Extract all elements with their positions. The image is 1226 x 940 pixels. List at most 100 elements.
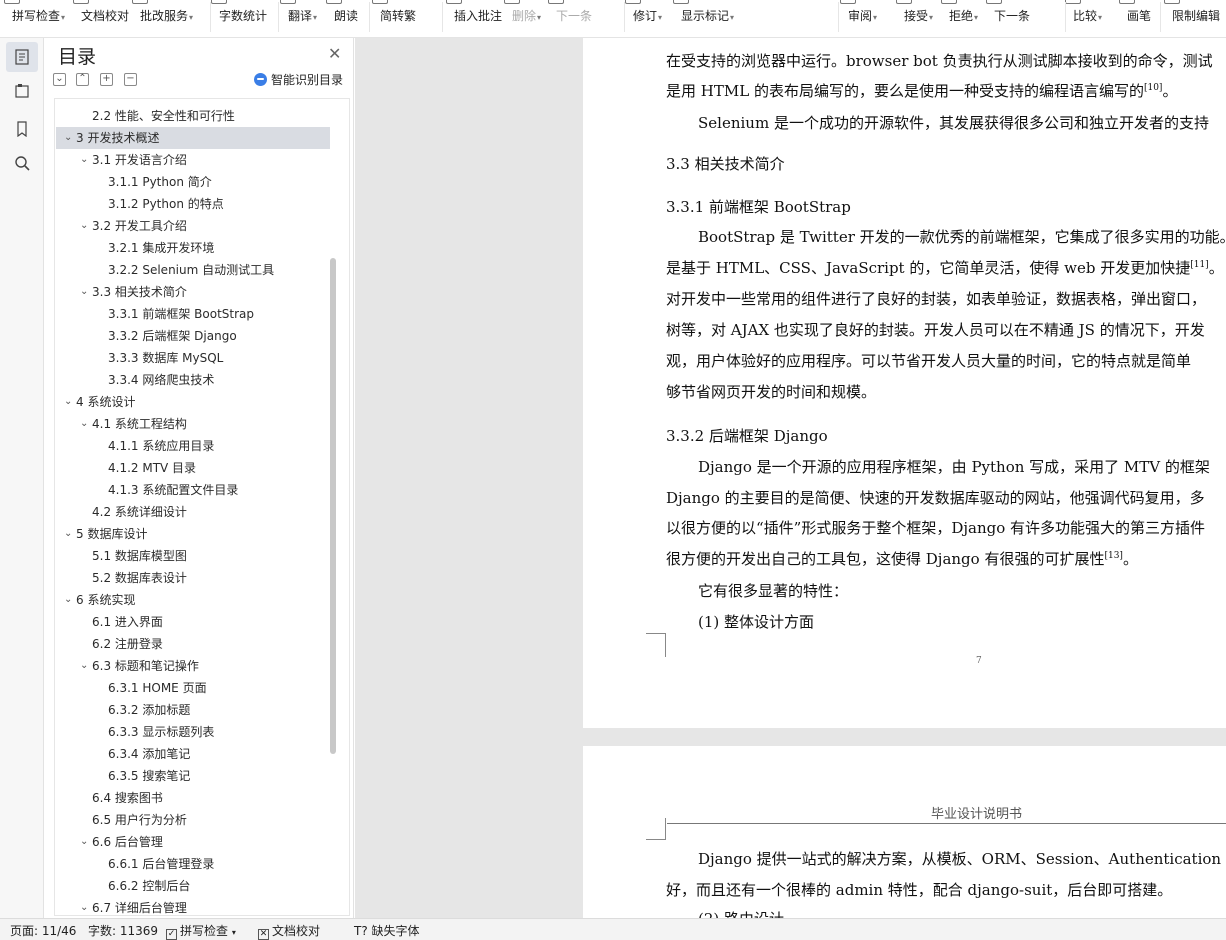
toc-item[interactable]: 3.1.2 Python 的特点 [56, 193, 330, 215]
ribbon-label: 删除▾ [512, 9, 542, 23]
toc-item[interactable]: 6.5 用户行为分析 [56, 809, 330, 831]
toc-item-label: 4 系统设计 [76, 395, 136, 409]
ribbon-separator [210, 2, 211, 32]
document-line: 很方便的开发出自己的工具包，这使得 Django 有很强的可扩展性[13]。 [666, 548, 1138, 569]
chevron-down-icon[interactable]: ⌄ [80, 831, 92, 853]
toc-item[interactable]: 6.3.2 添加标题 [56, 699, 330, 721]
outline-icon[interactable] [6, 42, 38, 72]
ribbon-separator [838, 2, 839, 32]
ribbon-label: 插入批注 [454, 9, 503, 23]
document-line: 以很方便的以“插件”形式服务于整个框架，Django 有许多功能强大的第三方插件 [666, 517, 1205, 538]
toc-item[interactable]: 3.3.2 后端框架 Django [56, 325, 330, 347]
ai-icon [254, 73, 267, 86]
toc-scrollbar[interactable] [330, 258, 336, 754]
toc-item[interactable]: 3.3.4 网络爬虫技术 [56, 369, 330, 391]
citation[interactable]: [10] [1144, 83, 1162, 93]
spell-check-status[interactable]: ✓ 拼写检查 ▾ [166, 922, 236, 940]
ribbon-icon [211, 0, 227, 4]
chevron-down-icon[interactable]: ⌄ [80, 281, 92, 303]
toc-item[interactable]: ⌄ 6 系统实现 [56, 589, 330, 611]
page-header: 毕业设计说明书 [931, 807, 1023, 822]
navigation-icon[interactable] [6, 76, 38, 106]
chevron-down-icon: ▾ [313, 13, 318, 22]
ribbon-label: 限制编辑 [1172, 9, 1221, 23]
toc-title: 目录 [58, 46, 97, 68]
toc-item[interactable]: 6.3.4 添加笔记 [56, 743, 330, 765]
chevron-down-icon[interactable]: ⌄ [80, 215, 92, 237]
chevron-down-icon: ▾ [1098, 13, 1103, 22]
proofread-status[interactable]: ✕ 文档校对 [258, 922, 320, 940]
collapse-all-icon[interactable]: ⌄ [53, 73, 66, 86]
document-line: 好，而且还有一个很棒的 admin 特性，配合 django-suit，后台即可… [666, 881, 1173, 899]
toc-item[interactable]: 5.2 数据库表设计 [56, 567, 330, 589]
toc-item[interactable]: ⌄ 4.1 系统工程结构 [56, 413, 330, 435]
toc-item[interactable]: 6.4 搜索图书 [56, 787, 330, 809]
search-icon[interactable] [6, 148, 38, 178]
close-icon[interactable]: ✕ [328, 44, 341, 63]
toc-item[interactable]: 3.2.1 集成开发环境 [56, 237, 330, 259]
toc-item[interactable]: 3.1.1 Python 简介 [56, 171, 330, 193]
toc-item-label: 4.2 系统详细设计 [92, 505, 187, 519]
word-count[interactable]: 字数: 11369 [88, 922, 158, 939]
toc-item[interactable]: ⌄ 3.1 开发语言介绍 [56, 149, 330, 171]
remove-heading-icon[interactable]: − [124, 73, 137, 86]
toc-item[interactable]: ⌄ 3 开发技术概述 [56, 127, 330, 149]
ribbon-label: 接受▾ [904, 9, 934, 23]
bookmark-icon[interactable] [6, 114, 38, 144]
chevron-down-icon[interactable]: ⌄ [64, 523, 76, 545]
chevron-down-icon[interactable]: ⌄ [64, 589, 76, 611]
ribbon-label: 下一条 [556, 9, 593, 23]
toc-item[interactable]: 6.6.2 控制后台 [56, 875, 330, 897]
toc-item[interactable]: 5.1 数据库模型图 [56, 545, 330, 567]
toc-item[interactable]: 3.3.1 前端框架 BootStrap [56, 303, 330, 325]
toc-item[interactable]: 2.2 性能、安全性和可行性 [56, 105, 330, 127]
ribbon-label: 下一条 [994, 9, 1031, 23]
toc-item[interactable]: 6.6.1 后台管理登录 [56, 853, 330, 875]
toc-item[interactable]: ⌄ 5 数据库设计 [56, 523, 330, 545]
line-text: 以很方便的以“插件”形式服务于整个框架，Django 有许多功能强大的第三方插件 [666, 519, 1206, 537]
document-line: BootStrap 是 Twitter 开发的一款优秀的前端框架，它集成了很多实… [698, 226, 1226, 247]
toc-item[interactable]: 4.2 系统详细设计 [56, 501, 330, 523]
toc-item[interactable]: 6.2 注册登录 [56, 633, 330, 655]
page-counter[interactable]: 页面: 11/46 [10, 922, 76, 939]
toc-item[interactable]: ⌄ 6.6 后台管理 [56, 831, 330, 853]
toc-item[interactable]: 4.1.2 MTV 目录 [56, 457, 330, 479]
toc-item[interactable]: ⌄ 3.3 相关技术简介 [56, 281, 330, 303]
toc-item[interactable]: 6.3.1 HOME 页面 [56, 677, 330, 699]
ribbon-icon [548, 0, 564, 4]
toc-item[interactable]: ⌄ 6.7 详细后台管理 [56, 897, 330, 915]
citation[interactable]: [11] [1190, 260, 1208, 270]
line-text: 在受支持的浏览器中运行。browser bot 负责执行从测试脚本接收到的命令，… [666, 52, 1213, 70]
left-rail [0, 38, 44, 918]
toc-item-label: 3.1.2 Python 的特点 [108, 197, 224, 211]
toc-item[interactable]: 4.1.3 系统配置文件目录 [56, 479, 330, 501]
chevron-down-icon[interactable]: ⌄ [64, 127, 76, 149]
toc-item-label: 6.4 搜索图书 [92, 791, 163, 805]
font-icon: T? [354, 924, 368, 938]
toc-item[interactable]: ⌄ 3.2 开发工具介绍 [56, 215, 330, 237]
toc-item[interactable]: ⌄ 4 系统设计 [56, 391, 330, 413]
citation[interactable]: [13] [1104, 551, 1122, 561]
toc-item-label: 6.6 后台管理 [92, 835, 163, 849]
chevron-down-icon[interactable]: ⌄ [80, 413, 92, 435]
toc-item[interactable]: ⌄ 6.3 标题和笔记操作 [56, 655, 330, 677]
document-line: 够节省网页开发的时间和规模。 [666, 381, 876, 402]
toc-item[interactable]: 6.3.5 搜索笔记 [56, 765, 330, 787]
toc-item[interactable]: 6.3.3 显示标题列表 [56, 721, 330, 743]
toc-item[interactable]: 3.2.2 Selenium 自动测试工具 [56, 259, 330, 281]
toc-item-label: 3.3.4 网络爬虫技术 [108, 373, 215, 387]
missing-font-status[interactable]: T? 缺失字体 [354, 922, 420, 939]
toc-item[interactable]: 4.1.1 系统应用目录 [56, 435, 330, 457]
toc-item-label: 6 系统实现 [76, 593, 136, 607]
toc-item[interactable]: 6.1 进入界面 [56, 611, 330, 633]
smart-toc-button[interactable]: 智能识别目录 [254, 71, 343, 88]
chevron-down-icon[interactable]: ⌄ [64, 391, 76, 413]
add-heading-icon[interactable]: + [100, 73, 113, 86]
expand-up-icon[interactable]: ⌃ [76, 73, 89, 86]
chevron-down-icon[interactable]: ⌄ [80, 655, 92, 677]
chevron-down-icon[interactable]: ⌄ [80, 149, 92, 171]
check-icon: ✓ [166, 929, 177, 940]
toc-item[interactable]: 3.3.3 数据库 MySQL [56, 347, 330, 369]
ribbon-icon [446, 0, 462, 4]
chevron-down-icon[interactable]: ⌄ [80, 897, 92, 915]
